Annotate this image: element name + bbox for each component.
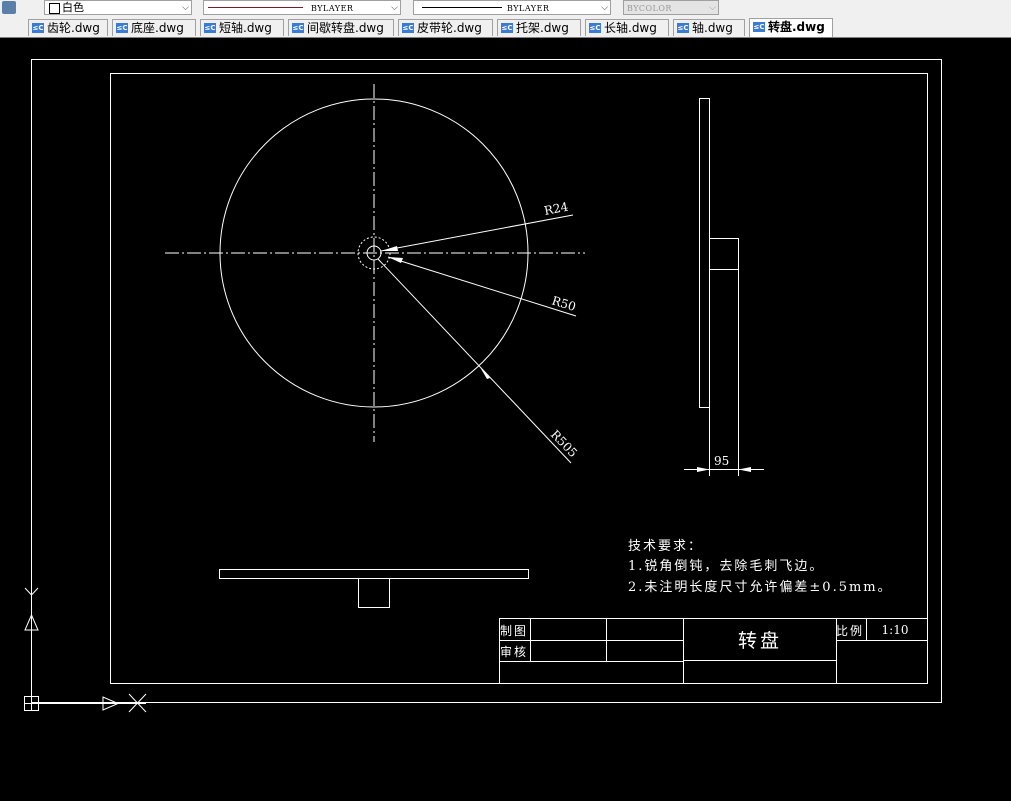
r505-leader	[377, 258, 572, 464]
properties-toolbar: 白色 ⌵ BYLAYER ⌵ BYLAYER ⌵ BYCOLOR ⌵	[0, 0, 1011, 17]
dwg-file-icon: ≤C	[402, 23, 414, 33]
dwg-file-icon: ≤C	[501, 23, 513, 33]
tab-shaft[interactable]: ≤C 轴.dwg	[673, 19, 745, 36]
tb-scale-label: 比例	[836, 624, 864, 638]
plotstyle-dropdown[interactable]: BYCOLOR ⌵	[623, 0, 719, 15]
r24-leader	[380, 214, 574, 252]
dwg-file-icon: ≤C	[204, 23, 216, 33]
tab-gear[interactable]: ≤C 齿轮.dwg	[28, 19, 108, 36]
dim-95-arrow-left	[697, 467, 710, 472]
tb-drawn-by-label: 制图	[500, 624, 528, 638]
linetype-dropdown[interactable]: BYLAYER ⌵	[203, 0, 401, 15]
dwg-file-icon: ≤C	[32, 23, 44, 33]
notes-title: 技术要求：	[628, 539, 703, 554]
dwg-file-icon: ≤C	[292, 23, 304, 33]
r505-arrowhead	[480, 367, 490, 379]
notes-line-1: 1.锐角倒钝，去除毛刺飞边。	[628, 559, 824, 574]
lineweight-preview	[422, 7, 502, 8]
side-view-hub	[709, 238, 739, 270]
chevron-down-icon[interactable]: ⌵	[601, 2, 608, 15]
dim-r24-label: R24	[543, 199, 570, 217]
top-view-hub	[358, 578, 390, 608]
lineweight-value: BYLAYER	[507, 4, 550, 13]
color-value: 白色	[62, 1, 84, 14]
r50-arrowhead	[388, 257, 403, 263]
r50-leader	[387, 256, 577, 317]
dim-r50-label: R50	[550, 293, 577, 313]
tab-indexing-turntable[interactable]: ≤C 间歇转盘.dwg	[288, 19, 394, 36]
layer-stack-icon[interactable]	[2, 1, 16, 14]
dwg-file-icon: ≤C	[753, 22, 765, 32]
chevron-down-icon[interactable]: ⌵	[391, 2, 398, 15]
chevron-down-icon[interactable]: ⌵	[709, 2, 716, 15]
plotstyle-value: BYCOLOR	[627, 4, 672, 13]
tab-short-shaft[interactable]: ≤C 短轴.dwg	[200, 19, 284, 36]
notes-line-2: 2.未注明长度尺寸允许偏差±0.5mm。	[628, 579, 893, 595]
tb-scale-value: 1:10	[882, 623, 909, 637]
dim-95-label: 95	[714, 454, 729, 468]
sheet-outer-border	[31, 59, 942, 703]
tb-checked-by-label: 审核	[500, 644, 528, 659]
color-swatch	[49, 3, 60, 14]
tab-base[interactable]: ≤C 底座.dwg	[112, 19, 196, 36]
tb-part-name: 转盘	[738, 630, 782, 652]
tab-belt-pulley[interactable]: ≤C 皮带轮.dwg	[398, 19, 493, 36]
document-tabs: ≤C 齿轮.dwg ≤C 底座.dwg ≤C 短轴.dwg ≤C 间歇转盘.dwg ≤C…	[0, 16, 1011, 38]
linetype-preview	[208, 7, 303, 8]
r24-arrowhead	[381, 246, 398, 251]
dim-95-arrow-right	[738, 467, 751, 472]
side-view-plate	[699, 98, 710, 408]
top-view-plate	[219, 569, 529, 579]
lineweight-dropdown[interactable]: BYLAYER ⌵	[413, 0, 611, 15]
drawing-canvas[interactable]: R24 R50 R505 95 技术要求： 1.锐角倒钝，去除毛刺飞边。 2.未…	[0, 38, 1011, 801]
dwg-file-icon: ≤C	[677, 23, 689, 33]
linetype-value: BYLAYER	[311, 4, 354, 13]
color-dropdown[interactable]: 白色 ⌵	[44, 0, 192, 15]
tab-long-shaft[interactable]: ≤C 长轴.dwg	[585, 19, 669, 36]
dwg-file-icon: ≤C	[589, 23, 601, 33]
chevron-down-icon[interactable]: ⌵	[182, 2, 189, 15]
dwg-file-icon: ≤C	[116, 23, 128, 33]
tab-turntable[interactable]: ≤C 转盘.dwg	[749, 18, 833, 37]
tab-bracket[interactable]: ≤C 托架.dwg	[497, 19, 581, 36]
